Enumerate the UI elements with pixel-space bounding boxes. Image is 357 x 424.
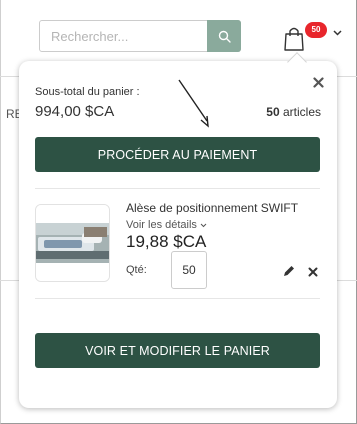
search-icon bbox=[218, 30, 231, 43]
subtotal-label: Sous-total du panier : bbox=[35, 86, 140, 98]
items-count: 50 articles bbox=[266, 105, 321, 119]
checkout-button[interactable]: PROCÉDER AU PAIEMENT bbox=[35, 137, 320, 172]
product-name-link[interactable]: Alèse de positionnement SWIFT bbox=[126, 201, 298, 215]
close-minicart-button[interactable] bbox=[311, 75, 325, 89]
product-thumbnail[interactable] bbox=[35, 204, 110, 282]
search-input[interactable] bbox=[40, 21, 208, 51]
annotation-arrow-icon bbox=[178, 79, 209, 128]
minicart-dropdown: Sous-total du panier : 994,00 $CA 50 art… bbox=[19, 61, 337, 408]
view-details-label: Voir les détails bbox=[126, 219, 197, 231]
cart-count-badge: 50 bbox=[305, 22, 327, 38]
search-button[interactable] bbox=[207, 20, 241, 52]
close-icon bbox=[312, 76, 324, 88]
items-divider-bottom bbox=[35, 298, 320, 299]
remove-item-button[interactable] bbox=[308, 264, 318, 282]
close-icon bbox=[308, 267, 318, 277]
subtotal-amount: 994,00 $CA bbox=[35, 103, 115, 120]
hospital-bed-image bbox=[36, 205, 109, 281]
items-count-number: 50 bbox=[266, 105, 280, 119]
product-price: 19,88 $CA bbox=[126, 232, 207, 251]
edit-item-button[interactable] bbox=[283, 264, 295, 282]
quantity-label: Qté: bbox=[126, 264, 147, 276]
items-divider-top bbox=[35, 188, 320, 189]
view-details-toggle[interactable]: Voir les détails bbox=[126, 219, 207, 231]
view-edit-cart-button[interactable]: VOIR ET MODIFIER LE PANIER bbox=[35, 333, 320, 368]
shopping-bag-icon bbox=[284, 27, 304, 51]
chevron-down-icon bbox=[200, 223, 207, 228]
chevron-down-icon bbox=[333, 30, 342, 36]
pencil-icon bbox=[284, 266, 294, 276]
quantity-input[interactable] bbox=[171, 251, 207, 289]
items-count-label: articles bbox=[282, 105, 321, 119]
search-box bbox=[39, 20, 241, 52]
